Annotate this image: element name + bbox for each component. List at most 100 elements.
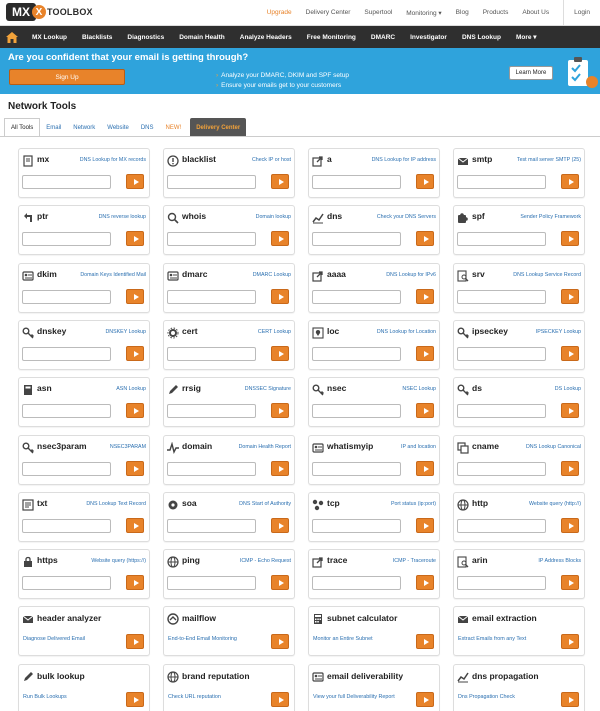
nav-free-monitoring[interactable]: Free Monitoring [307, 34, 356, 41]
tool-go-button-nsec[interactable] [416, 403, 434, 418]
tool-input-https[interactable] [22, 576, 111, 590]
tool-input-a[interactable] [312, 175, 401, 189]
tool-desc-tcp[interactable]: Port status (ip:port) [391, 501, 436, 507]
tool-name-aaaa[interactable]: aaaa [327, 269, 346, 279]
tool-desc-txt[interactable]: DNS Lookup Text Record [86, 501, 146, 507]
tool-go-button-arin[interactable] [561, 575, 579, 590]
tool-go-button-subnet-calculator[interactable] [416, 634, 434, 649]
tool-name-trace[interactable]: trace [327, 555, 347, 565]
nav-dmarc[interactable]: DMARC [371, 34, 395, 41]
tab-email[interactable]: Email [40, 119, 67, 137]
tool-go-button-mx[interactable] [126, 174, 144, 189]
tool-name-header-analyzer[interactable]: header analyzer [37, 613, 101, 623]
tool-go-button-txt[interactable] [126, 518, 144, 533]
tool-desc-cert[interactable]: CERT Lookup [258, 329, 291, 335]
tool-go-button-soa[interactable] [271, 518, 289, 533]
tool-desc-ds[interactable]: DS Lookup [555, 386, 581, 392]
tool-name-smtp[interactable]: smtp [472, 154, 492, 164]
tool-desc-trace[interactable]: ICMP - Traceroute [393, 558, 436, 564]
tool-desc-dkim[interactable]: Domain Keys Identified Mail [80, 272, 146, 278]
tool-go-button-bulk-lookup[interactable] [126, 692, 144, 707]
tool-go-button-ping[interactable] [271, 575, 289, 590]
tool-go-button-blacklist[interactable] [271, 174, 289, 189]
tool-name-asn[interactable]: asn [37, 383, 52, 393]
tool-go-button-ipseckey[interactable] [561, 346, 579, 361]
tool-input-aaaa[interactable] [312, 290, 401, 304]
top-link-upgrade[interactable]: Upgrade [267, 9, 292, 16]
tool-go-button-dns-propagation[interactable] [561, 692, 579, 707]
tool-name-dns-propagation[interactable]: dns propagation [472, 671, 539, 681]
tab-new[interactable]: NEW! [160, 119, 188, 137]
nav-mx-lookup[interactable]: MX Lookup [32, 34, 67, 41]
tool-input-nsec[interactable] [312, 404, 401, 418]
tool-name-mx[interactable]: mx [37, 154, 49, 164]
tool-desc-mx[interactable]: DNS Lookup for MX records [80, 157, 146, 163]
tool-desc-smtp[interactable]: Test mail server SMTP (25) [517, 157, 581, 163]
tool-desc-bulk-lookup[interactable]: Run Bulk Lookups [23, 694, 67, 700]
tool-input-asn[interactable] [22, 404, 111, 418]
tool-name-dns[interactable]: dns [327, 211, 342, 221]
top-link-about-us[interactable]: About Us [522, 9, 549, 16]
tool-go-button-spf[interactable] [561, 231, 579, 246]
tool-go-button-rrsig[interactable] [271, 403, 289, 418]
tool-go-button-a[interactable] [416, 174, 434, 189]
tool-input-nsec3param[interactable] [22, 462, 111, 476]
nav-dns-lookup[interactable]: DNS Lookup [462, 34, 501, 41]
tool-name-spf[interactable]: spf [472, 211, 485, 221]
tool-go-button-ds[interactable] [561, 403, 579, 418]
tool-desc-dmarc[interactable]: DMARC Lookup [253, 272, 291, 278]
tool-name-domain[interactable]: domain [182, 441, 212, 451]
tool-name-nsec[interactable]: nsec [327, 383, 346, 393]
tool-input-dns[interactable] [312, 232, 401, 246]
tool-name-subnet-calculator[interactable]: subnet calculator [327, 613, 397, 623]
tool-desc-rrsig[interactable]: DNSSEC Signature [245, 386, 291, 392]
tool-name-ptr[interactable]: ptr [37, 211, 48, 221]
tool-input-soa[interactable] [167, 519, 256, 533]
tool-go-button-nsec3param[interactable] [126, 461, 144, 476]
tool-desc-nsec[interactable]: NSEC Lookup [402, 386, 436, 392]
tool-go-button-cert[interactable] [271, 346, 289, 361]
tool-name-https[interactable]: https [37, 555, 58, 565]
tool-desc-http[interactable]: Website query (http://) [529, 501, 581, 507]
nav-blacklists[interactable]: Blacklists [82, 34, 112, 41]
tool-desc-blacklist[interactable]: Check IP or host [252, 157, 291, 163]
tool-desc-soa[interactable]: DNS Start of Authority [239, 501, 291, 507]
nav-more[interactable]: More ▾ [516, 33, 537, 41]
tool-go-button-dnskey[interactable] [126, 346, 144, 361]
tool-name-bulk-lookup[interactable]: bulk lookup [37, 671, 85, 681]
tool-name-email-extraction[interactable]: email extraction [472, 613, 537, 623]
tool-input-mx[interactable] [22, 175, 111, 189]
tool-go-button-https[interactable] [126, 575, 144, 590]
tool-desc-brand-reputation[interactable]: Check URL reputation [168, 694, 221, 700]
top-link-blog[interactable]: Blog [456, 9, 469, 16]
tool-input-ipseckey[interactable] [457, 347, 546, 361]
tool-name-txt[interactable]: txt [37, 498, 47, 508]
tool-go-button-dkim[interactable] [126, 289, 144, 304]
tool-go-button-trace[interactable] [416, 575, 434, 590]
tool-name-ds[interactable]: ds [472, 383, 482, 393]
tool-name-ipseckey[interactable]: ipseckey [472, 326, 508, 336]
tool-go-button-smtp[interactable] [561, 174, 579, 189]
top-link-supertool[interactable]: Supertool [364, 9, 392, 16]
top-link-delivery-center[interactable]: Delivery Center [306, 9, 351, 16]
tab-website[interactable]: Website [101, 119, 135, 137]
tool-go-button-dns[interactable] [416, 231, 434, 246]
tool-input-domain[interactable] [167, 462, 256, 476]
learn-more-button[interactable]: Learn More [509, 66, 553, 80]
tool-desc-spf[interactable]: Sender Policy Framework [520, 214, 581, 220]
tool-go-button-brand-reputation[interactable] [271, 692, 289, 707]
tab-network[interactable]: Network [67, 119, 101, 137]
tool-desc-ipseckey[interactable]: IPSECKEY Lookup [536, 329, 581, 335]
tool-desc-subnet-calculator[interactable]: Monitor an Entire Subnet [313, 636, 373, 642]
tool-input-cname[interactable] [457, 462, 546, 476]
tool-input-txt[interactable] [22, 519, 111, 533]
tool-name-http[interactable]: http [472, 498, 488, 508]
tool-input-cert[interactable] [167, 347, 256, 361]
tool-desc-cname[interactable]: DNS Lookup Canonical [526, 444, 581, 450]
tool-desc-arin[interactable]: IP Address Blocks [538, 558, 581, 564]
tool-name-nsec3param[interactable]: nsec3param [37, 441, 87, 451]
top-link-login[interactable]: Login [563, 0, 600, 25]
tool-go-button-header-analyzer[interactable] [126, 634, 144, 649]
tool-name-soa[interactable]: soa [182, 498, 197, 508]
tool-name-cert[interactable]: cert [182, 326, 198, 336]
